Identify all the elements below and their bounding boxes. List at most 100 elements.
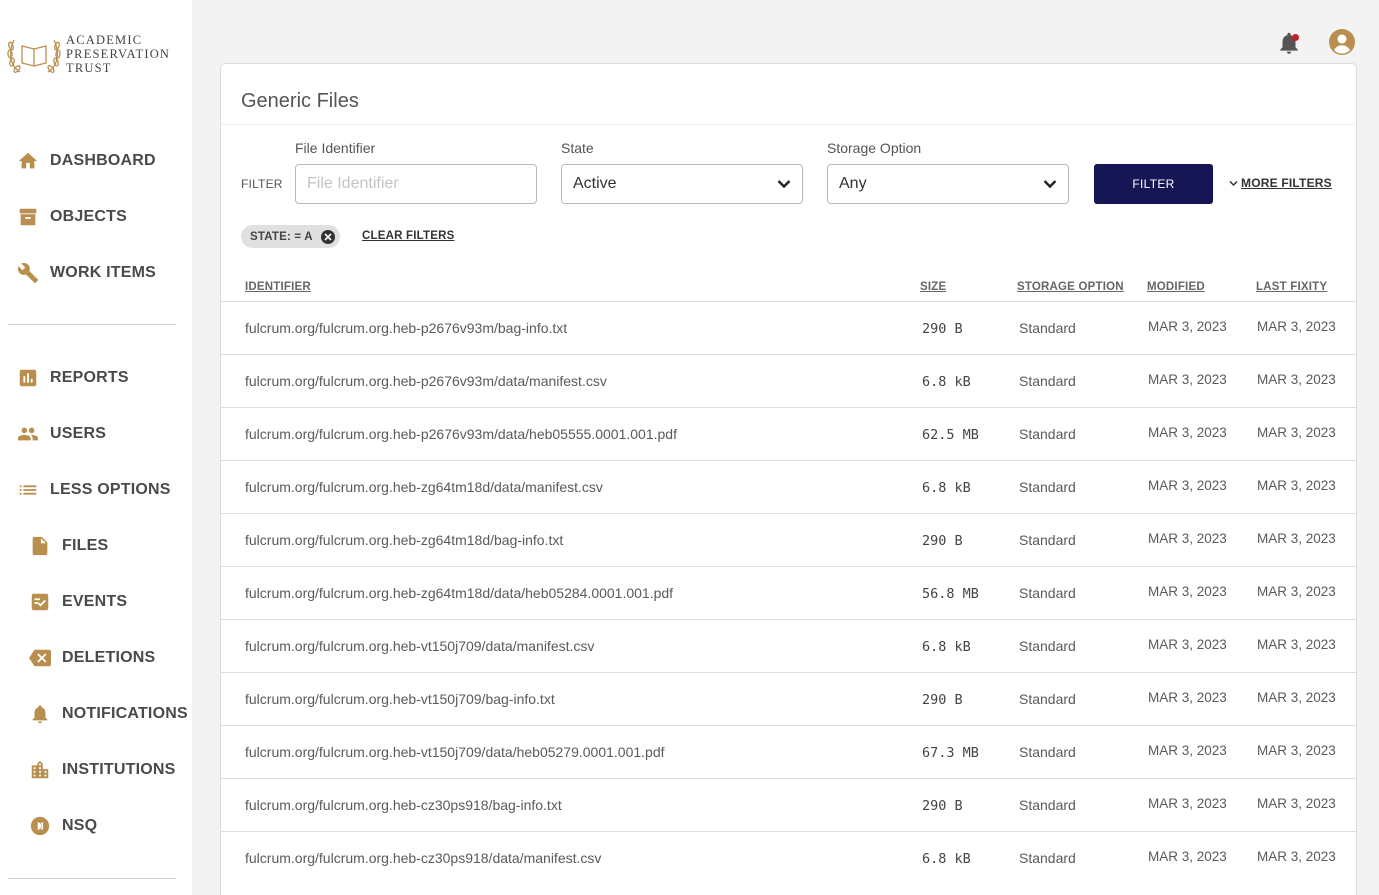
- cell-storage-option: Standard: [1019, 426, 1076, 442]
- storage-option-select[interactable]: Any: [827, 164, 1069, 204]
- cell-last-fixity: MAR 3, 2023: [1257, 796, 1336, 811]
- home-icon: [16, 149, 40, 173]
- clear-filters-link[interactable]: CLEAR FILTERS: [362, 230, 454, 242]
- cell-size: 6.8 kB: [922, 480, 971, 496]
- more-filters-link[interactable]: MORE FILTERS: [1229, 176, 1332, 190]
- cell-identifier[interactable]: fulcrum.org/fulcrum.org.heb-zg64tm18d/da…: [245, 585, 673, 601]
- more-filters-label: MORE FILTERS: [1241, 176, 1332, 190]
- cell-identifier[interactable]: fulcrum.org/fulcrum.org.heb-zg64tm18d/ba…: [245, 532, 563, 548]
- checklist-icon: [28, 590, 52, 614]
- cell-last-fixity: MAR 3, 2023: [1257, 425, 1336, 440]
- active-filter-chip-label: STATE: = A: [250, 230, 313, 243]
- cell-storage-option: Standard: [1019, 744, 1076, 760]
- nav-item-events[interactable]: EVENTS: [28, 587, 127, 617]
- cell-storage-option: Standard: [1019, 797, 1076, 813]
- nav-label-institutions: INSTITUTIONS: [62, 761, 176, 778]
- column-header-identifier[interactable]: IDENTIFIER: [245, 281, 311, 293]
- table-row[interactable]: fulcrum.org/fulcrum.org.heb-vt150j709/da…: [221, 725, 1356, 778]
- nav-label-objects: OBJECTS: [50, 208, 127, 225]
- brand-line-2: PRESERVATION: [66, 47, 171, 61]
- cell-modified: MAR 3, 2023: [1148, 849, 1227, 864]
- active-filter-chip: STATE: = A: [241, 225, 340, 248]
- cell-identifier[interactable]: fulcrum.org/fulcrum.org.heb-p2676v93m/da…: [245, 426, 677, 442]
- nav-label-events: EVENTS: [62, 593, 128, 610]
- column-header-last-fixity[interactable]: LAST FIXITY: [1256, 281, 1327, 293]
- cell-last-fixity: MAR 3, 2023: [1257, 531, 1336, 546]
- filter-label: FILTER: [241, 177, 283, 191]
- cell-identifier[interactable]: fulcrum.org/fulcrum.org.heb-vt150j709/da…: [245, 744, 665, 760]
- brand-logo[interactable]: ACADEMIC PRESERVATION TRUST: [6, 32, 170, 76]
- notifications-bell-icon[interactable]: [1276, 30, 1302, 56]
- nav-label-nsq: NSQ: [62, 817, 98, 834]
- page-title: Generic Files: [241, 90, 359, 112]
- nav-item-users[interactable]: USERS: [16, 419, 106, 449]
- state-select[interactable]: Active: [561, 164, 803, 204]
- chevron-down-icon: [1043, 180, 1057, 189]
- file-identifier-input[interactable]: [295, 164, 537, 204]
- nav-label-work-items: WORK ITEMS: [50, 264, 156, 281]
- cell-modified: MAR 3, 2023: [1148, 478, 1227, 493]
- cell-modified: MAR 3, 2023: [1148, 372, 1227, 387]
- nav-item-dashboard[interactable]: DASHBOARD: [16, 146, 156, 176]
- nav-item-reports[interactable]: REPORTS: [16, 363, 129, 393]
- nav-item-institutions[interactable]: INSTITUTIONS: [28, 755, 176, 785]
- cell-modified: MAR 3, 2023: [1148, 637, 1227, 652]
- column-header-size[interactable]: SIZE: [920, 281, 946, 293]
- nav-label-files: FILES: [62, 537, 109, 554]
- cell-identifier[interactable]: fulcrum.org/fulcrum.org.heb-vt150j709/ba…: [245, 691, 555, 707]
- table-row[interactable]: fulcrum.org/fulcrum.org.heb-p2676v93m/da…: [221, 354, 1356, 407]
- table-row[interactable]: fulcrum.org/fulcrum.org.heb-p2676v93m/ba…: [221, 301, 1356, 354]
- state-select-value: Active: [573, 175, 617, 192]
- column-header-modified[interactable]: MODIFIED: [1147, 281, 1205, 293]
- nav-item-nsq[interactable]: NSQ: [28, 811, 97, 841]
- file-identifier-label: File Identifier: [295, 140, 376, 156]
- table-row[interactable]: fulcrum.org/fulcrum.org.heb-vt150j709/da…: [221, 619, 1356, 672]
- bar-chart-icon: [16, 366, 40, 390]
- nav-divider: [8, 324, 176, 325]
- cell-size: 6.8 kB: [922, 639, 971, 655]
- cell-identifier[interactable]: fulcrum.org/fulcrum.org.heb-p2676v93m/ba…: [245, 320, 567, 336]
- cell-identifier[interactable]: fulcrum.org/fulcrum.org.heb-vt150j709/da…: [245, 638, 594, 654]
- table-row[interactable]: fulcrum.org/fulcrum.org.heb-zg64tm18d/ba…: [221, 513, 1356, 566]
- table-row[interactable]: fulcrum.org/fulcrum.org.heb-vt150j709/ba…: [221, 672, 1356, 725]
- table-row[interactable]: fulcrum.org/fulcrum.org.heb-zg64tm18d/da…: [221, 460, 1356, 513]
- nav-item-work-items[interactable]: WORK ITEMS: [16, 258, 156, 288]
- user-avatar-icon[interactable]: [1328, 28, 1356, 56]
- cell-identifier[interactable]: fulcrum.org/fulcrum.org.heb-cz30ps918/da…: [245, 850, 601, 866]
- chevron-down-icon: [1229, 180, 1238, 186]
- nav-item-less-options[interactable]: LESS OPTIONS: [16, 475, 171, 505]
- cell-storage-option: Standard: [1019, 532, 1076, 548]
- wrench-icon: [16, 261, 40, 285]
- play-circle-icon: [28, 814, 52, 838]
- archive-icon: [16, 205, 40, 229]
- table-row[interactable]: fulcrum.org/fulcrum.org.heb-cz30ps918/ba…: [221, 778, 1356, 831]
- table-row[interactable]: fulcrum.org/fulcrum.org.heb-cz30ps918/da…: [221, 831, 1356, 884]
- cell-identifier[interactable]: fulcrum.org/fulcrum.org.heb-cz30ps918/ba…: [245, 797, 562, 813]
- cell-size: 290 B: [922, 321, 963, 337]
- cell-last-fixity: MAR 3, 2023: [1257, 637, 1336, 652]
- cell-last-fixity: MAR 3, 2023: [1257, 372, 1336, 387]
- nav-label-reports: REPORTS: [50, 369, 129, 386]
- cell-size: 290 B: [922, 692, 963, 708]
- cell-identifier[interactable]: fulcrum.org/fulcrum.org.heb-zg64tm18d/da…: [245, 479, 603, 495]
- nav-item-objects[interactable]: OBJECTS: [16, 202, 127, 232]
- nav-label-users: USERS: [50, 425, 107, 442]
- cell-storage-option: Standard: [1019, 479, 1076, 495]
- table-row[interactable]: fulcrum.org/fulcrum.org.heb-zg64tm18d/da…: [221, 566, 1356, 619]
- cell-modified: MAR 3, 2023: [1148, 584, 1227, 599]
- column-header-storage-option[interactable]: STORAGE OPTION: [1017, 281, 1124, 293]
- cell-storage-option: Standard: [1019, 320, 1076, 336]
- cell-storage-option: Standard: [1019, 585, 1076, 601]
- cell-last-fixity: MAR 3, 2023: [1257, 849, 1336, 864]
- cell-identifier[interactable]: fulcrum.org/fulcrum.org.heb-p2676v93m/da…: [245, 373, 607, 389]
- cell-last-fixity: MAR 3, 2023: [1257, 584, 1336, 599]
- brand-line-3: TRUST: [66, 61, 112, 75]
- nav-item-deletions[interactable]: DELETIONS: [28, 643, 155, 673]
- chip-remove-icon[interactable]: [320, 229, 335, 244]
- filter-button[interactable]: FILTER: [1094, 164, 1213, 204]
- table-row[interactable]: fulcrum.org/fulcrum.org.heb-p2676v93m/da…: [221, 407, 1356, 460]
- nav-item-files[interactable]: FILES: [28, 531, 108, 561]
- nav-label-less-options: LESS OPTIONS: [50, 481, 171, 498]
- nav-item-notifications[interactable]: NOTIFICATIONS: [28, 699, 188, 729]
- cell-storage-option: Standard: [1019, 691, 1076, 707]
